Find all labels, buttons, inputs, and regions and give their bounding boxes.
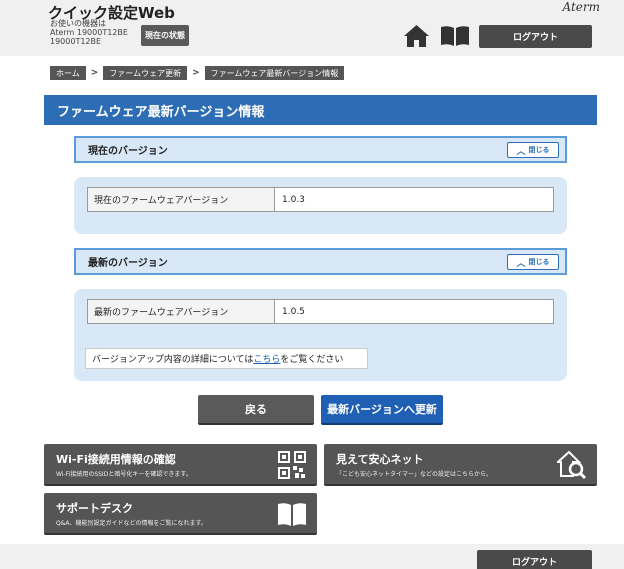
details-link[interactable]: こちら (253, 352, 280, 365)
book-icon[interactable] (440, 25, 470, 47)
update-details-note: バージョンアップ内容の詳細については こちら をご覧ください (85, 348, 368, 369)
card-desc: Wi-Fi接続用のSSIDと暗号化キーを確認できます。 (56, 471, 192, 478)
home-icon[interactable] (403, 24, 430, 48)
breadcrumb-current-page: ファームウェア最新バージョン情報 (204, 66, 345, 80)
breadcrumb-separator: > (192, 68, 200, 78)
current-firmware-value: 1.0.3 (282, 194, 305, 205)
house-search-icon (557, 450, 587, 480)
device-model-short: 19000T12BE (50, 37, 102, 46)
brand-logo: Aterm (562, 0, 601, 14)
mieru-anshin-card[interactable]: 見えて安心ネット 「こども安心ネットタイマー」などの設定はこちらから。 (324, 444, 597, 486)
page-title: ファームウェア最新バージョン情報 (44, 95, 597, 125)
footer: ログアウト (0, 544, 624, 569)
card-desc: Q&A、機能別設定ガイドなどの情報をご覧になれます。 (56, 520, 207, 527)
collapse-label: 閉じる (528, 146, 550, 154)
row-label: 現在のファームウェアバージョン (88, 188, 275, 211)
chevron-up-icon: ︿ (516, 258, 526, 269)
back-button[interactable]: 戻る (198, 395, 314, 425)
header: クイック設定Web お使いの機器は Aterm 19000T12BE 19000… (0, 0, 624, 56)
section-title: 現在のバージョン (88, 146, 168, 157)
status-button[interactable]: 現在の状態 (141, 25, 189, 46)
card-desc: 「こども安心ネットタイマー」などの設定はこちらから。 (336, 471, 493, 478)
current-firmware-row: 現在のファームウェアバージョン 1.0.3 (87, 187, 554, 212)
latest-firmware-value: 1.0.5 (282, 306, 305, 317)
breadcrumb-firmware-update[interactable]: ファームウェア更新 (103, 66, 188, 80)
main-panel: ホーム > ファームウェア更新 > ファームウェア最新バージョン情報 ファームウ… (0, 56, 624, 544)
note-suffix: をご覧ください (280, 355, 344, 365)
card-title: サポートデスク (56, 502, 133, 515)
footer-logout-button[interactable]: ログアウト (477, 550, 592, 569)
support-desk-card[interactable]: サポートデスク Q&A、機能別設定ガイドなどの情報をご覧になれます。 (44, 493, 317, 535)
device-model: Aterm 19000T12BE (50, 28, 128, 37)
update-latest-button[interactable]: 最新バージョンへ更新 (321, 395, 443, 425)
latest-firmware-row: 最新のファームウェアバージョン 1.0.5 (87, 299, 554, 324)
card-title: 見えて安心ネット (336, 453, 424, 466)
section-body-current-version: 現在のファームウェアバージョン 1.0.3 (74, 177, 567, 234)
breadcrumb-home[interactable]: ホーム (50, 66, 86, 80)
qr-code-icon (278, 451, 306, 479)
card-title: Wi-Fi接続用情報の確認 (56, 453, 176, 466)
section-title: 最新のバージョン (88, 258, 168, 269)
section-body-latest-version: 最新のファームウェアバージョン 1.0.5 バージョンアップ内容の詳細については… (74, 289, 567, 381)
wifi-info-card[interactable]: Wi-Fi接続用情報の確認 Wi-Fi接続用のSSIDと暗号化キーを確認できます… (44, 444, 317, 486)
breadcrumb: ホーム > ファームウェア更新 > ファームウェア最新バージョン情報 (50, 66, 345, 80)
section-header-current-version: 現在のバージョン ︿ 閉じる (74, 136, 567, 163)
breadcrumb-separator: > (90, 68, 99, 78)
collapse-button[interactable]: ︿ 閉じる (507, 142, 559, 158)
note-prefix: バージョンアップ内容の詳細については (92, 355, 254, 365)
logout-button[interactable]: ログアウト (479, 25, 592, 48)
row-label: 最新のファームウェアバージョン (88, 300, 275, 323)
book-icon (278, 503, 306, 526)
collapse-label: 閉じる (528, 258, 550, 266)
collapse-button[interactable]: ︿ 閉じる (507, 254, 559, 270)
section-header-latest-version: 最新のバージョン ︿ 閉じる (74, 248, 567, 275)
chevron-up-icon: ︿ (516, 146, 526, 157)
